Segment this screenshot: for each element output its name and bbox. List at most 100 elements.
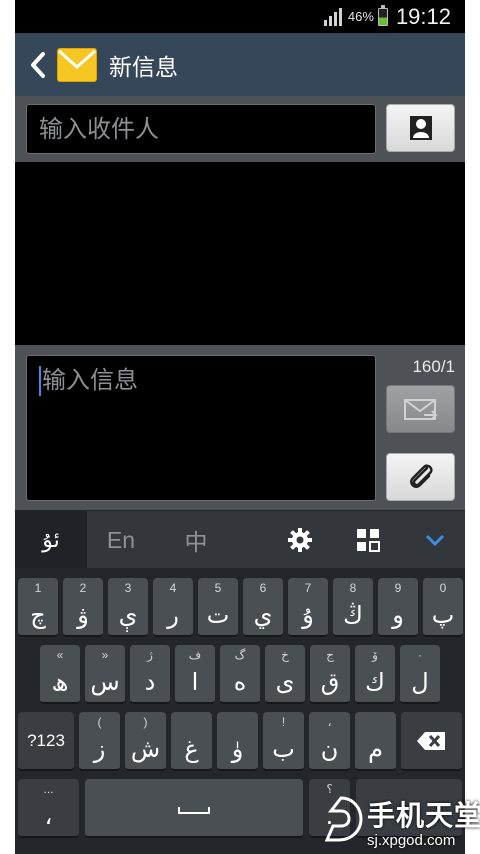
key[interactable]: 0پ (423, 578, 463, 637)
key-label: ې (118, 601, 138, 629)
key[interactable]: 5ت (198, 578, 238, 637)
key-label: و (392, 601, 404, 629)
language-chinese-button[interactable]: 中 (181, 511, 211, 569)
key-hint: 0 (439, 581, 447, 595)
key-label: ش (130, 735, 161, 763)
key-hint: گ (234, 648, 246, 662)
envelope-icon (57, 47, 97, 82)
paperclip-icon (409, 464, 433, 488)
key[interactable]: 8ڭ (333, 578, 373, 637)
phone-screen: 46% 19:12 新信息 输入收件人 输入信息 160/1 ئۇ En 中 1… (15, 0, 465, 854)
key[interactable]: فا (175, 645, 215, 704)
backspace-key[interactable] (401, 712, 462, 771)
key-label: غ (184, 735, 199, 763)
key-hint: ( (97, 715, 102, 729)
key[interactable]: م (355, 712, 396, 771)
back-arrow-icon[interactable] (21, 33, 55, 96)
key[interactable]: 4ر (153, 578, 193, 637)
key-hint: ... (43, 782, 54, 796)
key-label: ت (206, 601, 230, 629)
send-message-icon (403, 399, 437, 420)
key[interactable]: غ (171, 712, 212, 771)
key-label: ۇ (302, 601, 314, 629)
key-label: م (368, 735, 383, 763)
page-title: 新信息 (109, 54, 178, 81)
key-label: ق (320, 668, 340, 696)
key[interactable]: 9و (378, 578, 418, 637)
key-hint: « (56, 648, 64, 662)
key-hint: 8 (349, 581, 357, 595)
key[interactable]: ۈ (217, 712, 258, 771)
key-label: ي (253, 601, 273, 629)
key-label: ر (167, 601, 179, 629)
key[interactable]: » س (85, 645, 125, 704)
key[interactable]: ژد (130, 645, 170, 704)
key[interactable]: گە (220, 645, 260, 704)
key-hint: 7 (304, 581, 312, 595)
signal-icon (323, 7, 342, 26)
contact-icon (409, 116, 432, 140)
battery-percent: 46% (347, 9, 374, 24)
key-label: ڭ (343, 601, 363, 629)
key-label: پ (431, 601, 455, 629)
key-label: ك (365, 668, 385, 696)
key-hint: ج (326, 648, 334, 662)
keyboard-toolbar: ئۇ En 中 (15, 510, 465, 569)
key-hint: 4 (169, 581, 177, 595)
key-hint: 9 (394, 581, 402, 595)
key-label: س (90, 668, 120, 696)
space-bar-icon (178, 807, 210, 814)
collapse-chevron-icon[interactable] (420, 511, 450, 569)
watermark: 手机天堂 sj.xpgod.com (315, 790, 480, 854)
send-button[interactable] (386, 385, 455, 433)
key[interactable]: 7ۇ (288, 578, 328, 637)
status-bar: 46% 19:12 (15, 0, 465, 33)
key-label: ، (44, 802, 53, 830)
key-hint: ، (327, 715, 332, 729)
language-uyghur-button[interactable]: ئۇ (15, 511, 87, 569)
key[interactable]: 3ې (108, 578, 148, 637)
key[interactable]: ! ب (263, 712, 304, 771)
space-key[interactable] (85, 779, 303, 838)
key[interactable]: ۆك (355, 645, 395, 704)
key-hint: 3 (124, 581, 132, 595)
message-placeholder: 输入信息 (42, 366, 138, 394)
grid-icon[interactable] (353, 511, 383, 569)
contact-picker-button[interactable] (386, 104, 455, 152)
key[interactable]: خى (265, 645, 305, 704)
key[interactable]: · ل (400, 645, 440, 704)
key-hint: 2 (79, 581, 87, 595)
key[interactable]: 2ۋ (63, 578, 103, 637)
attach-button[interactable] (386, 453, 455, 501)
key-label: ۋ (77, 601, 89, 629)
key-label: ل (411, 668, 429, 696)
key-label: د (144, 668, 156, 696)
recipient-input[interactable]: 输入收件人 (26, 104, 376, 154)
key[interactable]: ) ش (125, 712, 166, 771)
key[interactable]: «ھ (40, 645, 80, 704)
key-hint: » (101, 648, 109, 662)
key-label: ا (191, 668, 199, 696)
char-counter: 160/1 (412, 357, 455, 376)
key[interactable]: 1چ (18, 578, 58, 637)
key-hint: · (418, 648, 422, 662)
watermark-url: sj.xpgod.com (367, 832, 456, 849)
symbols-key[interactable]: ?123 (18, 712, 74, 771)
watermark-brand: 手机天堂 (367, 799, 480, 832)
key[interactable]: جق (310, 645, 350, 704)
key[interactable]: ، ن (309, 712, 350, 771)
key-label: ۈ (231, 735, 244, 763)
key-hint: خ (281, 648, 289, 662)
comma-key[interactable]: ... ، (18, 779, 79, 838)
message-input[interactable]: 输入信息 (26, 355, 376, 501)
battery-charging-icon (377, 4, 388, 26)
language-english-button[interactable]: En (105, 511, 137, 569)
key[interactable]: 6ي (243, 578, 283, 637)
key-hint: 1 (34, 581, 42, 595)
key-hint: ) (143, 715, 148, 729)
settings-gear-icon[interactable] (285, 511, 315, 569)
watermark-logo (324, 796, 363, 842)
app-header: 新信息 (15, 33, 465, 96)
key[interactable]: (ز (79, 712, 120, 771)
key-hint: ف (188, 648, 202, 662)
